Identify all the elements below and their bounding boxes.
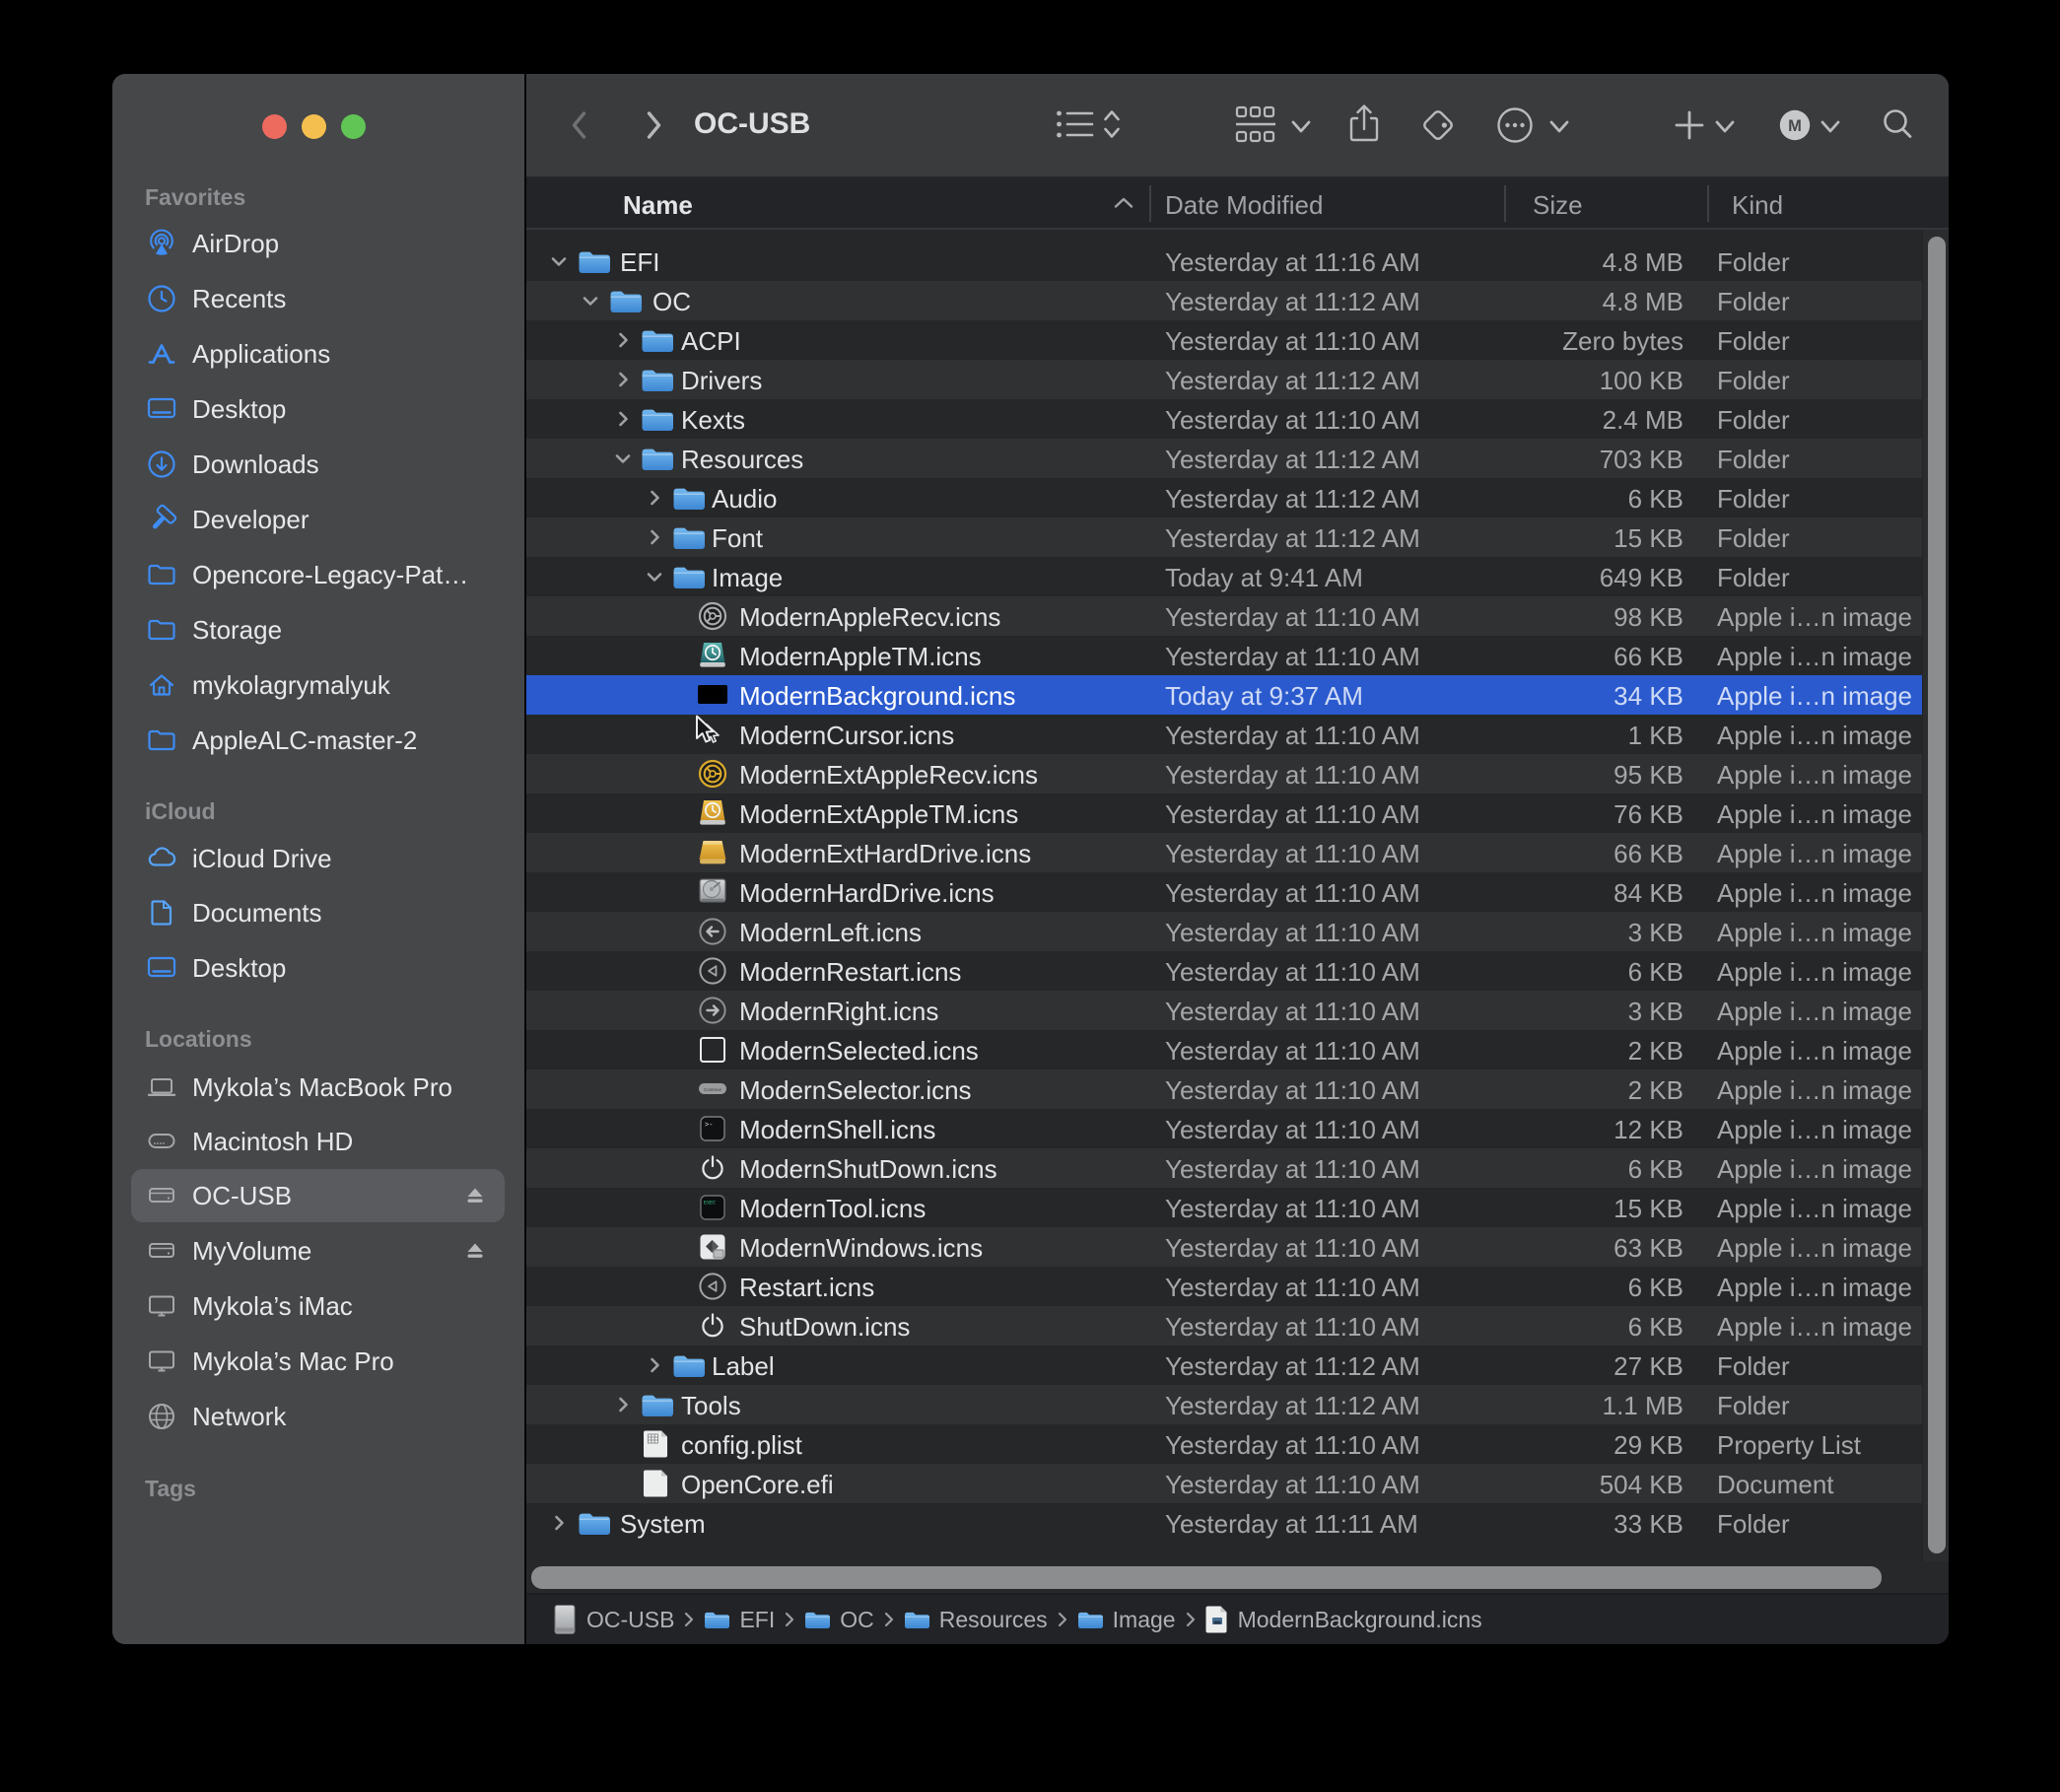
svg-text:M: M xyxy=(1788,117,1802,135)
svg-text:>-: >- xyxy=(705,1122,713,1130)
svg-text:EXEC: EXEC xyxy=(704,1201,716,1206)
svg-text:Continue: Continue xyxy=(704,1087,722,1092)
